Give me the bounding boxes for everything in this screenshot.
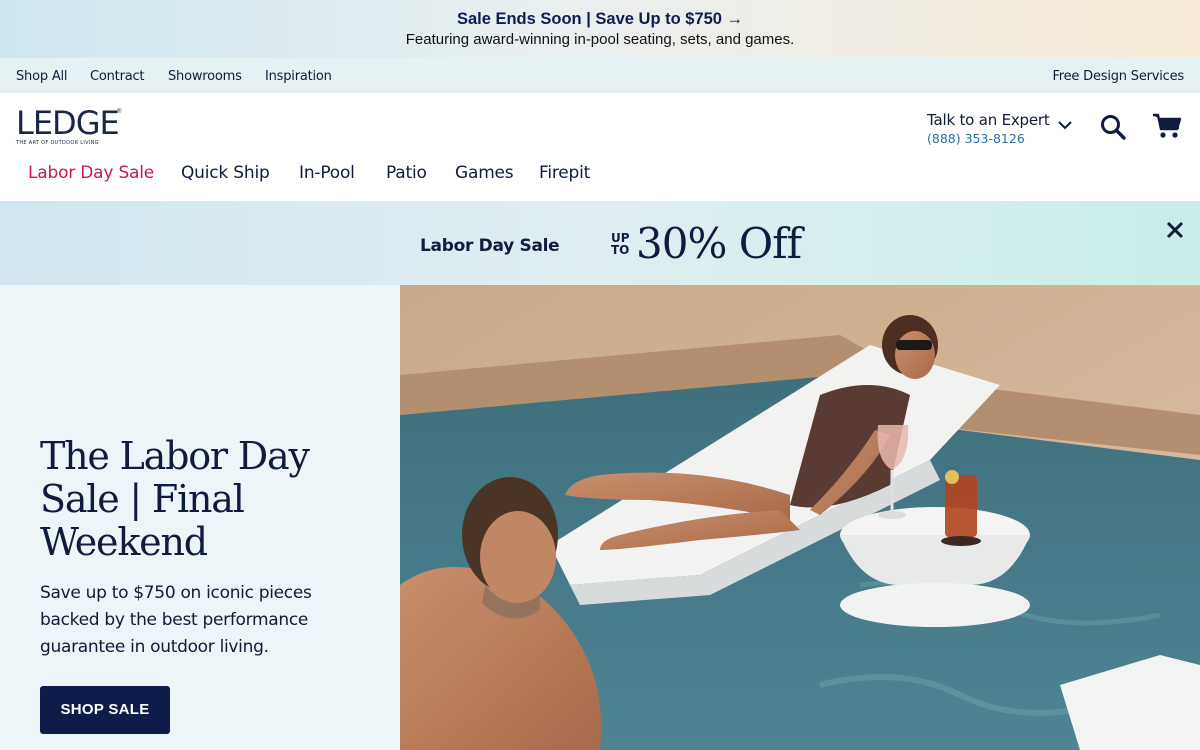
nav-patio[interactable]: Patio [386,163,427,183]
nav-quick-ship[interactable]: Quick Ship [181,163,270,183]
chevron-down-icon[interactable] [1056,119,1074,131]
utility-link-inspiration[interactable]: Inspiration [265,69,332,84]
promo-title-link[interactable]: Sale Ends Soon | Save Up to $750 → [0,10,1200,29]
sale-banner[interactable]: Labor Day Sale UP TO 30% Off [0,201,1200,285]
search-icon[interactable] [1099,113,1127,141]
nav-labor-day-sale[interactable]: Labor Day Sale [28,163,154,183]
shop-sale-button[interactable]: SHOP SALE [40,686,170,734]
utility-link-shop-all[interactable]: Shop All [16,69,68,84]
nav-firepit[interactable]: Firepit [539,163,590,183]
utility-link-contract[interactable]: Contract [90,69,145,84]
close-icon[interactable] [1164,219,1186,241]
hero-title: The Labor Day Sale | Final Weekend [40,434,310,564]
banner-up-to: UP TO [611,232,630,256]
promo-subtitle: Featuring award-winning in-pool seating,… [405,31,795,48]
banner-label: Labor Day Sale [420,236,560,256]
banner-to: TO [611,243,630,257]
expert-label: Talk to an Expert [927,111,1050,129]
hero-body: Save up to $750 on iconic pieces backed … [40,583,312,657]
cart-icon[interactable] [1152,112,1182,140]
pool-scene-image [400,285,1200,750]
utility-nav: Shop All Contract Showrooms Inspiration … [0,58,1200,93]
logo-wordmark: LEDGE [16,104,120,142]
logo[interactable]: LEDGE ® THE ART OF OUTDOOR LIVING [16,104,122,146]
hero-image [400,285,1200,750]
registered-mark: ® [117,109,122,115]
nav-in-pool[interactable]: In-Pool [299,163,355,183]
talk-to-expert[interactable]: Talk to an Expert (888) 353-8126 [927,111,1050,146]
utility-link-design-services[interactable]: Free Design Services [1052,69,1184,84]
promo-bar: Sale Ends Soon | Save Up to $750 → Featu… [0,0,1200,58]
nav-games[interactable]: Games [455,163,514,183]
banner-offer: 30% Off [636,219,802,268]
site-header: LEDGE ® THE ART OF OUTDOOR LIVING Talk t… [0,93,1200,201]
utility-link-showrooms[interactable]: Showrooms [168,69,242,84]
expert-phone-link[interactable]: (888) 353-8126 [927,131,1050,146]
hero-text-panel: The Labor Day Sale | Final Weekend Save … [0,285,400,750]
